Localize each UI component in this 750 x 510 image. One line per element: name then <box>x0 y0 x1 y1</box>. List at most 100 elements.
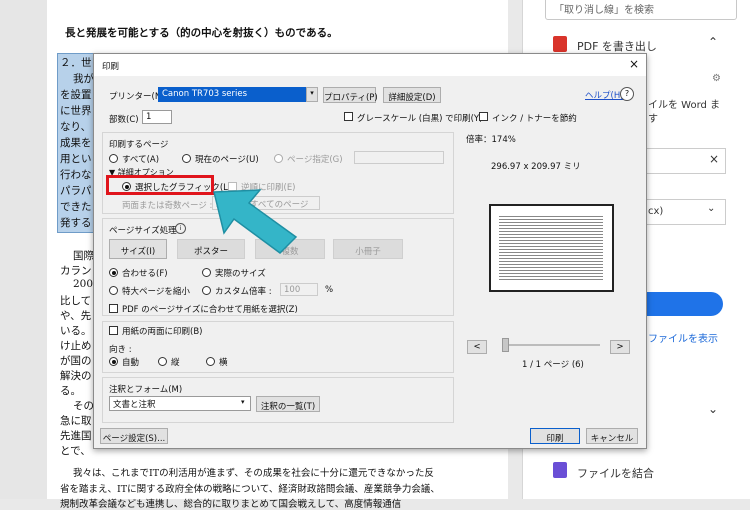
pdf-pagesize-checkbox[interactable] <box>109 304 118 313</box>
pdf-export-icon <box>553 36 567 52</box>
chevron-up-icon[interactable]: ⌃ <box>708 35 718 49</box>
advanced-button[interactable]: 詳細設定(D) <box>383 87 441 103</box>
annotations-summary-button[interactable]: 注釈の一覧(T) <box>256 396 320 412</box>
page-setup-button[interactable]: ページ設定(S)... <box>100 428 168 444</box>
doc-line: 行わな <box>60 169 92 181</box>
help-icon[interactable]: ? <box>620 87 634 101</box>
duplex-label: 用紙の両面に印刷(B) <box>122 327 203 337</box>
help-link[interactable]: ヘルプ(H) <box>585 89 624 101</box>
format-value: cx) <box>648 206 664 217</box>
fit-radio[interactable] <box>109 268 118 277</box>
auto-orientation-radio[interactable] <box>109 357 118 366</box>
chevron-down-icon[interactable]: ⌄ <box>707 203 715 214</box>
doc-line: や、先 <box>60 310 92 322</box>
doc-line: カラン <box>60 265 92 277</box>
doc-line: 先進国 <box>60 430 92 442</box>
pdf-pagesize-label: PDF のページサイズに合わせて用紙を選択(Z) <box>122 305 298 315</box>
dialog-title: 印刷 <box>102 62 120 72</box>
ink-save-label: インク / トナーを節約 <box>492 114 577 124</box>
cancel-button[interactable]: キャンセル <box>586 428 638 444</box>
printer-value: Canon TR703 series <box>162 89 248 99</box>
odd-even-label: 両面または奇数ページ : <box>122 201 213 211</box>
all-pages-radio[interactable] <box>109 154 118 163</box>
page-range-input[interactable] <box>354 151 444 164</box>
print-preview <box>489 204 614 292</box>
current-page-label: 現在のページ(U) <box>195 155 259 165</box>
convert-description: イルを Word ま <box>648 100 721 111</box>
info-icon[interactable]: i <box>175 223 186 234</box>
chevron-down-icon[interactable]: ▾ <box>241 398 245 406</box>
doc-line: 用とい <box>60 153 92 165</box>
doc-line: 発する <box>60 217 92 229</box>
combine-files-icon <box>553 462 567 478</box>
tools-search-input[interactable]: 「取り消し線」を検索 <box>545 0 737 20</box>
doc-line: 長と発展を可能とする（的の中心を射抜く）ものである。 <box>65 27 338 39</box>
custom-scale-input[interactable]: 100 <box>280 283 318 296</box>
doc-line: 急に取 <box>60 415 92 427</box>
copies-value: 1 <box>146 112 152 122</box>
clear-icon[interactable]: × <box>709 152 719 166</box>
doc-line: 規制改革会議なども連携し、総合的に取りまとめて国会戦えして、高度情報通信 <box>60 499 402 510</box>
pointer-arrow <box>213 189 298 254</box>
scale-readout: 倍率：174% <box>466 135 516 145</box>
copies-input[interactable]: 1 <box>142 110 172 124</box>
shrink-radio[interactable] <box>109 286 118 295</box>
chevron-down-icon[interactable]: ▾ <box>306 87 318 102</box>
highlight-box <box>106 175 214 195</box>
size-button[interactable]: サイズ(I) <box>109 239 167 259</box>
doc-line: け止め <box>60 340 92 352</box>
doc-line: を設置 <box>60 89 92 101</box>
fit-label: 合わせる(F) <box>122 269 168 279</box>
grayscale-checkbox[interactable] <box>344 112 353 121</box>
shrink-label: 特大ページを縮小 <box>122 287 190 297</box>
actual-size-label: 実際のサイズ <box>215 269 266 279</box>
doc-line: 解決の <box>60 370 92 382</box>
pdf-export-label[interactable]: PDF を書き出し <box>577 38 657 54</box>
custom-scale-radio[interactable] <box>202 286 211 295</box>
preview-slider-track[interactable] <box>505 344 600 346</box>
annotations-title: 注釈とフォーム(M) <box>109 385 183 395</box>
page-range-radio[interactable] <box>274 154 283 163</box>
properties-button[interactable]: プロパティ(P) <box>323 87 378 103</box>
page-counter: 1 / 1 ページ (6) <box>522 360 584 370</box>
preview-slider-thumb[interactable] <box>502 338 509 352</box>
paper-size: 296.97 x 209.97 ミリ <box>491 162 581 172</box>
combine-files-label[interactable]: ファイルを結合 <box>577 465 654 481</box>
next-page-button[interactable]: > <box>610 340 630 354</box>
chevron-down-icon[interactable]: ⌄ <box>708 402 718 416</box>
doc-line: パラパ <box>60 185 92 197</box>
annotations-select[interactable]: 文書と注釈 <box>109 396 251 411</box>
close-icon[interactable]: × <box>629 57 639 71</box>
auto-orientation-label: 自動 <box>122 358 140 368</box>
prev-page-button[interactable]: < <box>467 340 487 354</box>
doc-line: とで、 <box>60 445 91 457</box>
print-button[interactable]: 印刷 <box>530 428 580 444</box>
percent-sign: % <box>325 285 334 295</box>
landscape-radio[interactable] <box>206 357 215 366</box>
doc-line: 国際 <box>73 250 94 262</box>
doc-line: 我が <box>73 73 94 85</box>
doc-line: できた <box>60 201 92 213</box>
convert-description-2: す <box>648 114 658 125</box>
actual-size-radio[interactable] <box>202 268 211 277</box>
portrait-label: 縦 <box>171 358 180 368</box>
doc-line: が国の <box>60 355 92 367</box>
portrait-radio[interactable] <box>158 357 167 366</box>
current-page-radio[interactable] <box>182 154 191 163</box>
settings-icon[interactable]: ⚙ <box>712 73 721 84</box>
doc-line: 省を踏まえ、ITに関する政府全体の戦略について、経済財政諮問会議、産業競争力会議… <box>60 484 440 495</box>
custom-scale-value: 100 <box>284 285 301 295</box>
booklet-button[interactable]: 小冊子 <box>333 239 403 259</box>
copies-label: 部数(C) : <box>109 115 145 125</box>
page-sizing-title: ページサイズ処理 <box>109 226 177 236</box>
convert-button[interactable] <box>645 292 723 316</box>
search-placeholder: 「取り消し線」を検索 <box>554 5 654 16</box>
arrow-shape <box>213 189 298 254</box>
all-pages-label: すべて(A) <box>122 155 160 165</box>
duplex-checkbox[interactable] <box>109 326 118 335</box>
show-file-link[interactable]: ファイルを表示 <box>648 330 718 345</box>
doc-line: その <box>73 400 94 412</box>
doc-line: に世界 <box>60 105 92 117</box>
ink-save-checkbox[interactable] <box>479 112 488 121</box>
printer-select[interactable]: Canon TR703 series <box>158 87 318 102</box>
